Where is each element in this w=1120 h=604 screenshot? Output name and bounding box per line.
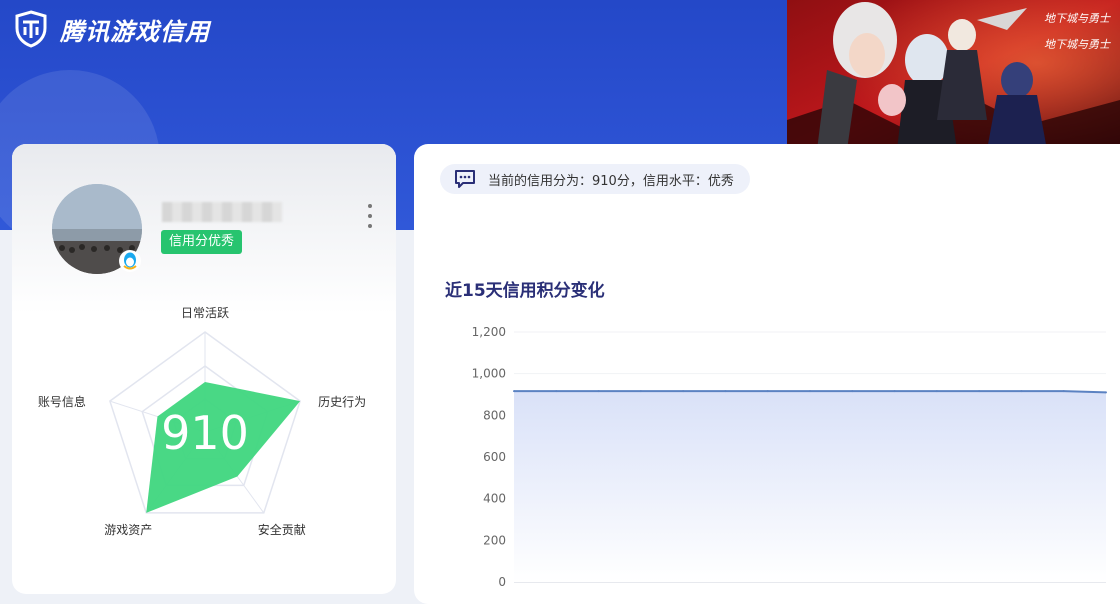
y-tick-label: 1,000 bbox=[472, 367, 506, 381]
y-tick-label: 1,200 bbox=[472, 325, 506, 339]
qq-penguin-icon bbox=[119, 250, 141, 272]
series-point[interactable] bbox=[555, 390, 558, 393]
series-area-fill bbox=[514, 391, 1106, 582]
credit-status-text: 当前的信用分为：910分，信用水平：优秀 bbox=[488, 173, 734, 189]
y-tick-label: 0 bbox=[498, 575, 506, 589]
shield-logo-icon bbox=[15, 10, 47, 48]
credit-score-value: 910 bbox=[161, 406, 249, 460]
series-point[interactable] bbox=[935, 390, 938, 393]
svg-text:地下城与勇士: 地下城与勇士 bbox=[1044, 12, 1111, 25]
y-tick-label: 200 bbox=[483, 533, 506, 547]
y-tick-label: 600 bbox=[483, 450, 506, 464]
radar-axis-label: 安全贡献 bbox=[257, 522, 306, 537]
game-banner-ad[interactable]: 地下城与勇士 地下城与勇士 bbox=[787, 0, 1120, 158]
credit-radar-chart: 910 bbox=[109, 331, 301, 514]
message-icon bbox=[455, 170, 475, 188]
series-point[interactable] bbox=[1062, 390, 1065, 393]
brand-title: 腾讯游戏信用 bbox=[60, 17, 210, 46]
svg-text:地下城与勇士: 地下城与勇士 bbox=[1044, 38, 1111, 51]
series-point[interactable] bbox=[851, 390, 854, 393]
series-point[interactable] bbox=[978, 390, 981, 393]
series-point[interactable] bbox=[724, 390, 727, 393]
username-masked bbox=[162, 202, 282, 222]
brand-logo[interactable]: 腾讯游戏信用 bbox=[12, 10, 210, 48]
credit-detail-card: 当前的信用分为：910分，信用水平：优秀 近15天信用积分变化 0 200 400 6… bbox=[414, 144, 1120, 604]
radar-axis-label: 日常活跃 bbox=[180, 306, 230, 320]
more-vertical-icon[interactable] bbox=[364, 204, 376, 228]
y-tick-label: 800 bbox=[483, 408, 506, 422]
series-point[interactable] bbox=[682, 390, 685, 393]
profile-card: 信用分优秀 910 日常活跃历史行为安全贡献 游戏资产 账号信息 bbox=[12, 144, 396, 594]
series-point[interactable] bbox=[1105, 391, 1107, 394]
credit-level-badge: 信用分优秀 bbox=[161, 230, 243, 254]
series-point[interactable] bbox=[513, 390, 515, 393]
y-tick-label: 400 bbox=[483, 492, 506, 506]
series-point[interactable] bbox=[766, 390, 769, 393]
series-point[interactable] bbox=[639, 390, 642, 393]
credit-status-pill: 当前的信用分为：910分，信用水平：优秀 bbox=[440, 164, 750, 194]
credit-trend-chart: 0 200 400 600 800 1,000 1,200 bbox=[472, 325, 1107, 589]
series-point[interactable] bbox=[597, 390, 600, 393]
series-point[interactable] bbox=[809, 390, 811, 393]
chart-title: 近15天信用积分变化 bbox=[445, 281, 605, 301]
series-point[interactable] bbox=[893, 390, 896, 393]
radar-axis-label: 账号信息 bbox=[37, 395, 86, 410]
radar-axis-label: 游戏资产 bbox=[104, 522, 153, 537]
radar-axis-label: 历史行为 bbox=[318, 395, 367, 410]
series-point[interactable] bbox=[1020, 390, 1023, 393]
game-banner-image: 地下城与勇士 地下城与勇士 bbox=[787, 0, 1120, 158]
